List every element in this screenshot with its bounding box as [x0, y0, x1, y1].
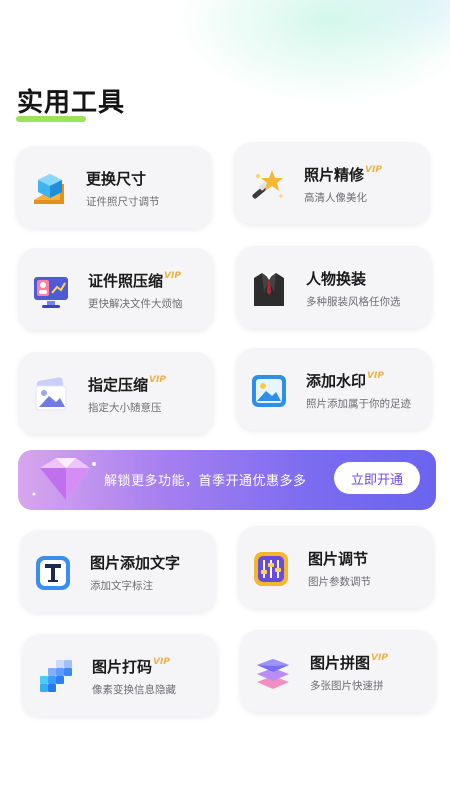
stacked-photos-icon: [32, 376, 70, 414]
tool-card-change-size[interactable]: 更换尺寸 证件照尺寸调节: [16, 146, 212, 228]
tool-name: 图片拼图: [310, 654, 371, 672]
tool-card-add-watermark[interactable]: 添加水印VIP 照片添加属于你的足迹: [236, 348, 432, 430]
magic-wand-star-icon: [248, 166, 286, 204]
resize-cube-ruler-icon: [30, 170, 68, 208]
tool-desc: 图片参数调节: [308, 576, 371, 588]
tool-name: 照片精修: [304, 166, 365, 184]
tool-desc: 像素变换信息隐藏: [92, 684, 176, 696]
monitor-id-photo-icon: [32, 272, 70, 310]
vip-badge: VIP: [149, 375, 166, 385]
tool-desc: 高清人像美化: [304, 192, 367, 204]
layered-collage-icon: [254, 654, 292, 692]
vip-badge: VIP: [367, 371, 384, 381]
pixel-mosaic-icon: [36, 658, 74, 696]
tool-desc: 证件照尺寸调节: [86, 196, 160, 208]
tool-name: 更换尺寸: [86, 170, 147, 188]
tool-card-image-collage[interactable]: 图片拼图VIP 多张图片快速拼: [240, 630, 436, 712]
tool-name: 人物换装: [306, 270, 367, 288]
tool-desc: 照片添加属于你的足迹: [306, 398, 411, 410]
tool-name: 指定压缩: [88, 376, 149, 394]
tool-card-add-text[interactable]: 图片添加文字 添加文字标注: [20, 530, 216, 612]
vip-badge: VIP: [153, 657, 170, 667]
tool-card-custom-compress[interactable]: 指定压缩VIP 指定大小随意压: [18, 352, 214, 434]
tool-desc: 多张图片快速拼: [310, 680, 384, 692]
tool-card-id-photo-compress[interactable]: 证件照压缩VIP 更快解决文件大烦恼: [18, 248, 214, 330]
tool-card-photo-retouch[interactable]: 照片精修VIP 高清人像美化: [234, 142, 430, 224]
tool-name: 图片添加文字: [90, 554, 181, 572]
sliders-adjust-icon: [252, 550, 290, 588]
tool-card-change-outfit[interactable]: 人物换装 多种服装风格任你选: [236, 246, 432, 328]
banner-text: 解锁更多功能，首季开通优惠多多: [104, 474, 307, 489]
vip-promo-banner[interactable]: 解锁更多功能，首季开通优惠多多 立即开通: [18, 450, 436, 510]
tool-name: 添加水印: [306, 372, 367, 390]
tool-card-image-mosaic[interactable]: 图片打码VIP 像素变换信息隐藏: [22, 634, 218, 716]
tool-name: 图片打码: [92, 658, 153, 676]
tool-desc: 更快解决文件大烦恼: [88, 298, 183, 310]
landscape-image-icon: [250, 372, 288, 410]
tool-name: 证件照压缩: [88, 272, 164, 290]
tool-desc: 多种服装风格任你选: [306, 296, 401, 308]
tool-card-image-adjust[interactable]: 图片调节 图片参数调节: [238, 526, 434, 608]
tool-desc: 添加文字标注: [90, 580, 153, 592]
tool-desc: 指定大小随意压: [88, 402, 162, 414]
vip-badge: VIP: [365, 165, 382, 175]
tool-name: 图片调节: [308, 550, 369, 568]
text-t-icon: [34, 554, 72, 592]
title-underline: [16, 116, 86, 122]
diamond-gem-icon: [26, 454, 106, 508]
vip-badge: VIP: [371, 653, 388, 663]
suit-jacket-icon: [250, 270, 288, 308]
activate-now-button[interactable]: 立即开通: [334, 462, 420, 494]
page-title: 实用工具: [17, 88, 126, 118]
vip-badge: VIP: [164, 271, 181, 281]
